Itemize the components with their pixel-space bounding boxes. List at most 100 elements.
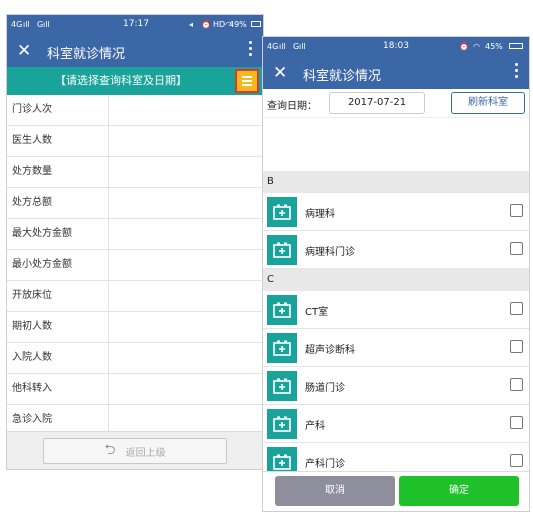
row-value (109, 126, 263, 156)
banner-text: 【请选择查询科室及日期】 (55, 74, 187, 87)
row-value (109, 343, 263, 373)
left-screen: 4G ıll G ıll 17:17 ◂ ⏰ HD ◠ 49% ✕ 科室就诊情况… (6, 14, 264, 470)
row-value (109, 95, 263, 125)
department-checkbox[interactable] (510, 340, 523, 353)
department-icon (267, 371, 297, 401)
back-button[interactable]: ⮌ 返回上级 (43, 438, 227, 464)
row-label: 处方数量 (7, 157, 109, 187)
spacer (263, 117, 529, 171)
stats-table: 门诊人次 医生人数 处方数量 处方总额 最大处方金额 最小处方金额 开放床位 期… (7, 95, 263, 436)
table-row: 他科转入 (7, 374, 263, 405)
back-label: 返回上级 (125, 447, 166, 459)
battery-icon (251, 21, 261, 27)
table-row: 医生人数 (7, 126, 263, 157)
department-icon (267, 197, 297, 227)
confirm-button[interactable]: 确定 (399, 476, 519, 506)
row-label: 开放床位 (7, 281, 109, 311)
table-row: 最大处方金额 (7, 219, 263, 250)
signal-icon: ıll (23, 20, 30, 29)
row-label: 最大处方金额 (7, 219, 109, 249)
more-icon[interactable] (515, 63, 519, 81)
battery-percent: 45% (485, 42, 503, 51)
row-value (109, 374, 263, 404)
menu-icon (242, 75, 252, 87)
app-bar: ✕ 科室就诊情况 (263, 57, 529, 89)
department-name: 超声诊断科 (305, 345, 355, 356)
group-header: B (263, 171, 529, 193)
close-icon[interactable]: ✕ (17, 41, 31, 61)
department-checkbox[interactable] (510, 416, 523, 429)
mute-icon: ◂ (189, 20, 194, 29)
network-type: 4G (267, 42, 279, 51)
alarm-icon: ⏰ (201, 20, 211, 29)
network-type: 4G (11, 20, 23, 29)
group-header: C (263, 269, 529, 291)
table-row: 最小处方金额 (7, 250, 263, 281)
department-name: 病理科门诊 (305, 247, 355, 258)
signal-icon: ıll (299, 42, 306, 51)
list-item[interactable]: 病理科门诊 (263, 231, 529, 269)
status-bar: 4G ıll G ıll 17:17 ◂ ⏰ HD ◠ 49% (7, 15, 263, 35)
row-label: 他科转入 (7, 374, 109, 404)
department-checkbox[interactable] (510, 242, 523, 255)
row-label: 处方总额 (7, 188, 109, 218)
app-bar: ✕ 科室就诊情况 (7, 35, 263, 67)
list-item[interactable]: 超声诊断科 (263, 329, 529, 367)
list-item[interactable]: 病理科 (263, 193, 529, 231)
department-name: 产科门诊 (305, 459, 345, 470)
department-icon (267, 333, 297, 363)
department-name: 病理科 (305, 209, 335, 220)
department-icon (267, 409, 297, 439)
table-row: 入院人数 (7, 343, 263, 374)
row-value (109, 157, 263, 187)
cancel-button[interactable]: 取消 (275, 476, 395, 506)
row-value (109, 312, 263, 342)
department-name: CT室 (305, 307, 329, 318)
refresh-button[interactable]: 刷新科室 (451, 92, 525, 114)
department-icon (267, 235, 297, 265)
table-row: 门诊人次 (7, 95, 263, 126)
clock: 17:17 (123, 19, 149, 29)
back-arrow-icon: ⮌ (104, 442, 116, 458)
table-row: 开放床位 (7, 281, 263, 312)
row-label: 期初人数 (7, 312, 109, 342)
page-title: 科室就诊情况 (303, 69, 382, 84)
signal-icon: ıll (279, 42, 286, 51)
battery-percent: 49% (229, 20, 247, 29)
list-item[interactable]: 肠道门诊 (263, 367, 529, 405)
list-item[interactable]: 产科 (263, 405, 529, 443)
row-label: 入院人数 (7, 343, 109, 373)
department-checkbox[interactable] (510, 302, 523, 315)
menu-button[interactable] (235, 69, 259, 93)
department-icon (267, 295, 297, 325)
query-banner: 【请选择查询科室及日期】 (7, 67, 263, 95)
right-screen: 4G ıll G ıll 18:03 ⏰ ◠ 45% ✕ 科室就诊情况 查询日期… (262, 36, 530, 512)
bottom-bar: ⮌ 返回上级 (7, 431, 263, 469)
row-label: 最小处方金额 (7, 250, 109, 280)
query-date-label: 查询日期： (267, 101, 317, 112)
row-value (109, 219, 263, 249)
query-date-field[interactable]: 2017-07-21 (329, 92, 425, 114)
row-label: 门诊人次 (7, 95, 109, 125)
department-checkbox[interactable] (510, 378, 523, 391)
status-bar: 4G ıll G ıll 18:03 ⏰ ◠ 45% (263, 37, 529, 57)
more-icon[interactable] (249, 41, 253, 59)
wifi-icon: ◠ (473, 42, 480, 51)
department-name: 产科 (305, 421, 325, 432)
table-row: 处方总额 (7, 188, 263, 219)
clock: 18:03 (383, 41, 409, 51)
table-row: 期初人数 (7, 312, 263, 343)
department-name: 肠道门诊 (305, 383, 345, 394)
row-value (109, 188, 263, 218)
department-checkbox[interactable] (510, 204, 523, 217)
row-value (109, 250, 263, 280)
battery-icon (509, 43, 523, 49)
hd-indicator: HD (213, 20, 226, 29)
row-label: 医生人数 (7, 126, 109, 156)
query-bar: 查询日期： 2017-07-21 刷新科室 (263, 89, 529, 117)
department-checkbox[interactable] (510, 454, 523, 467)
list-item[interactable]: CT室 (263, 291, 529, 329)
action-footer: 取消 确定 (263, 471, 529, 511)
alarm-icon: ⏰ (459, 42, 469, 51)
close-icon[interactable]: ✕ (273, 63, 287, 83)
